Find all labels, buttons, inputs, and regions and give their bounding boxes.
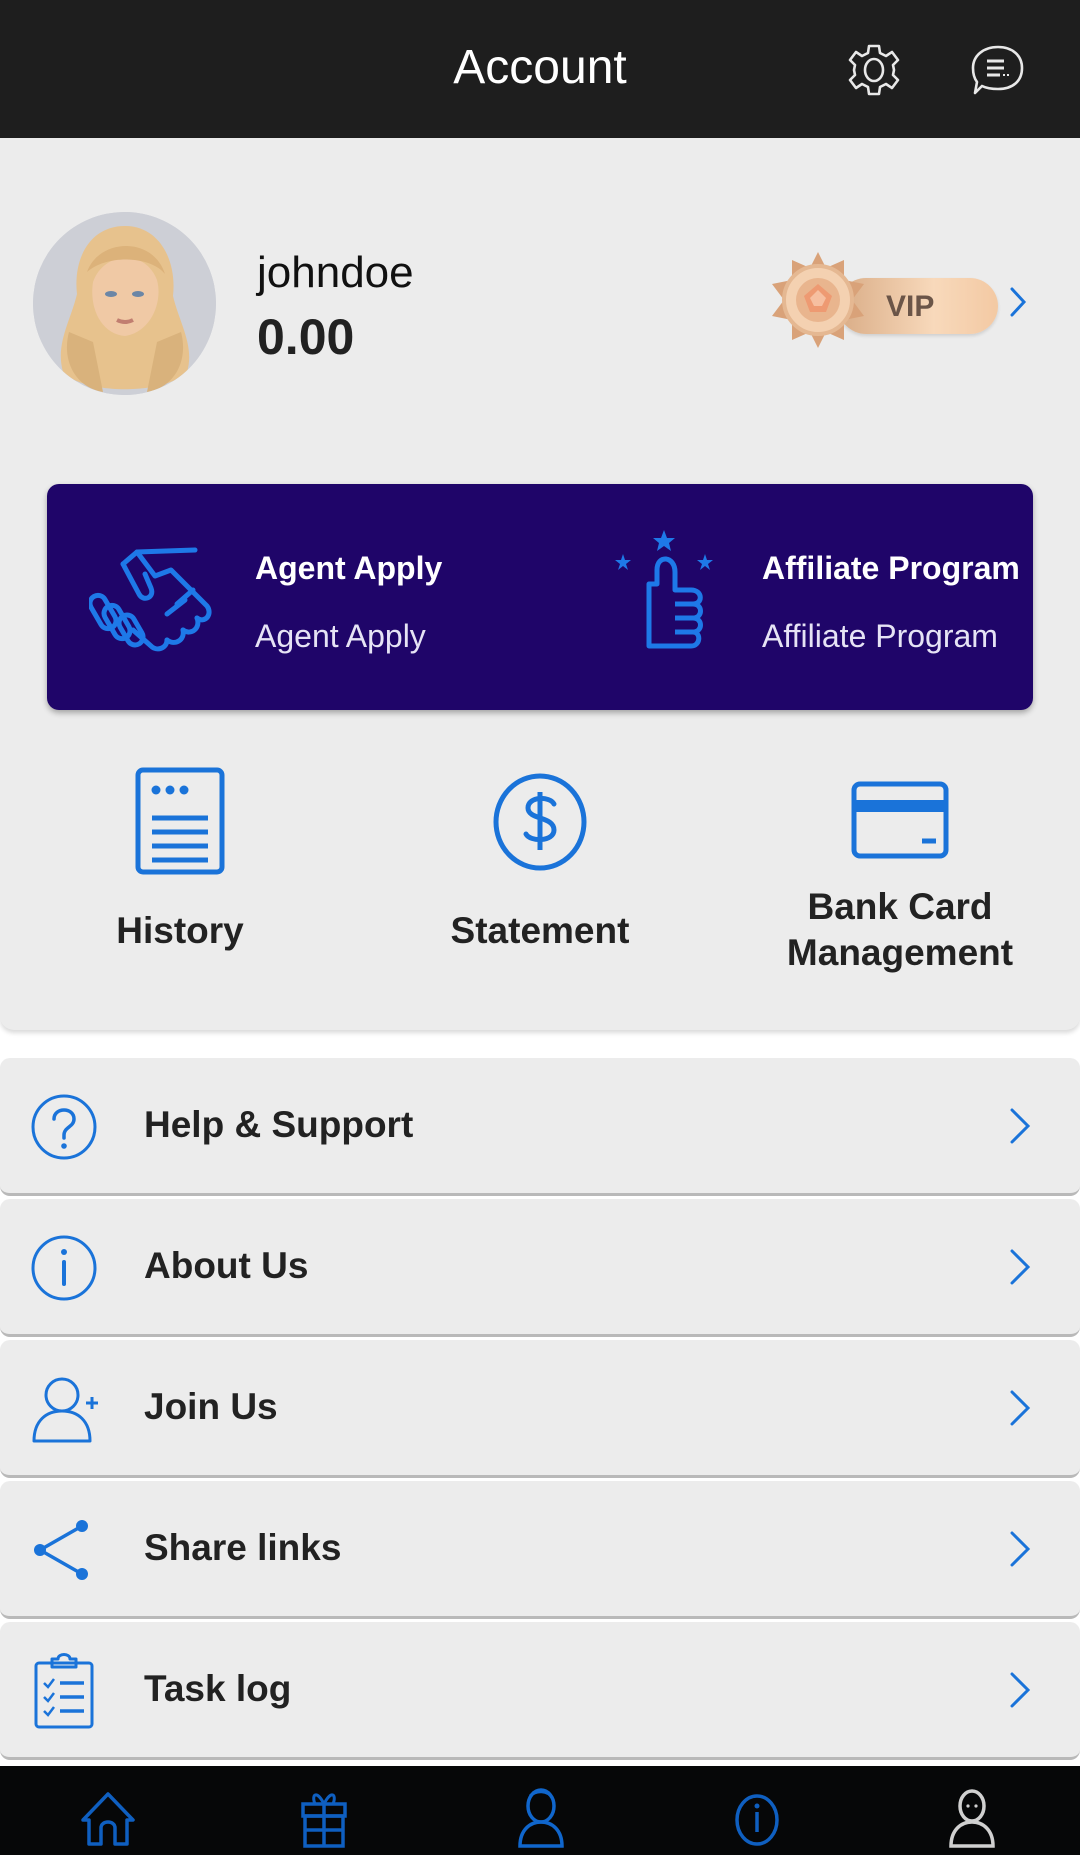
page-title: Account: [453, 41, 627, 94]
statement-button[interactable]: Statement: [360, 756, 720, 1006]
affiliate-program-button[interactable]: Affiliate Program Affiliate Program: [547, 484, 1037, 710]
credit-card-icon: [851, 781, 949, 859]
nav-service[interactable]: [506, 1786, 576, 1848]
affiliate-program-subtitle: Affiliate Program: [762, 618, 998, 654]
bank-card-label-line2: Management: [786, 932, 1014, 973]
affiliate-program-title: Affiliate Program: [762, 550, 1020, 586]
bank-card-label-line1: Bank Card: [807, 886, 993, 927]
settings-button[interactable]: [844, 40, 904, 100]
nav-rewards[interactable]: [289, 1786, 359, 1848]
clipboard-check-icon: [34, 1653, 94, 1729]
vip-badge-button[interactable]: VIP: [768, 250, 1038, 350]
chevron-right-icon: [1010, 1249, 1031, 1285]
menu-label: Join Us: [144, 1386, 278, 1427]
home-icon: [81, 1792, 135, 1846]
menu-label: Share links: [144, 1527, 342, 1568]
person-icon: [949, 1789, 995, 1848]
menu-item-share-links[interactable]: Share links: [0, 1481, 1080, 1619]
menu-item-about-us[interactable]: About Us: [0, 1199, 1080, 1337]
thumbs-up-icon: [615, 530, 713, 649]
bottom-nav: [0, 1766, 1080, 1855]
balance-amount: 0.00: [257, 309, 355, 365]
agent-apply-title: Agent Apply: [255, 550, 443, 586]
menu-label: Task log: [144, 1668, 292, 1709]
menu-item-join-us[interactable]: Join Us: [0, 1340, 1080, 1478]
nav-info[interactable]: [722, 1786, 792, 1848]
question-circle-icon: [31, 1094, 97, 1160]
statement-label: Statement: [450, 910, 630, 951]
chevron-right-icon: [1010, 1531, 1031, 1567]
user-plus-icon: [32, 1377, 98, 1443]
top-bar: Account: [0, 0, 1080, 138]
chevron-right-icon: [1010, 1390, 1031, 1426]
document-list-icon: [135, 767, 225, 875]
nav-account[interactable]: [937, 1786, 1007, 1848]
username: johndoe: [257, 248, 414, 297]
menu-label: Help & Support: [144, 1104, 414, 1145]
nav-home[interactable]: [73, 1786, 143, 1848]
menu-item-task-log[interactable]: Task log: [0, 1622, 1080, 1760]
chevron-right-icon: [1010, 287, 1027, 317]
agent-icon: [518, 1788, 564, 1848]
avatar[interactable]: [33, 212, 216, 395]
profile-card: johndoe 0.00 VIP Agent Apply Agent Apply…: [0, 138, 1080, 1030]
menu-label: About Us: [144, 1245, 309, 1286]
share-icon: [34, 1520, 88, 1580]
info-icon: [735, 1794, 779, 1846]
promo-banner: Agent Apply Agent Apply Affiliate Progra…: [47, 484, 1033, 710]
gear-icon: [848, 44, 900, 96]
info-circle-icon: [31, 1235, 97, 1301]
agent-apply-button[interactable]: Agent Apply Agent Apply: [47, 484, 537, 710]
messages-button[interactable]: [968, 40, 1028, 100]
vip-label: VIP: [886, 290, 935, 323]
history-button[interactable]: History: [0, 756, 360, 1006]
handshake-icon: [89, 547, 212, 652]
chevron-right-icon: [1010, 1672, 1031, 1708]
chevron-right-icon: [1010, 1108, 1031, 1144]
chat-bubble-icon: [971, 45, 1024, 95]
agent-apply-subtitle: Agent Apply: [255, 618, 426, 654]
history-label: History: [116, 910, 244, 951]
dollar-circle-icon: [493, 773, 587, 871]
user-avatar-photo: [33, 212, 216, 395]
medal-icon: [772, 252, 864, 348]
menu-item-help-support[interactable]: Help & Support: [0, 1058, 1080, 1196]
bank-card-management-button[interactable]: Bank Card Management: [720, 756, 1080, 1006]
gift-icon: [301, 1793, 347, 1848]
